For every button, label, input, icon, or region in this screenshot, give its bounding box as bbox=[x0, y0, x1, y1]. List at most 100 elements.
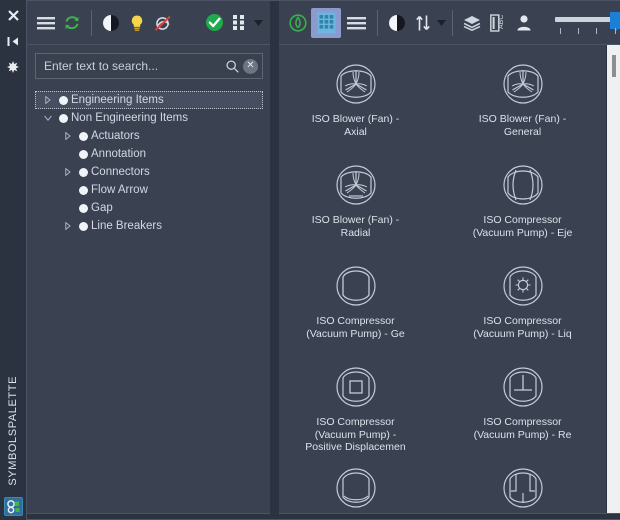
grid-view-icon[interactable] bbox=[311, 7, 341, 38]
tree-item-engineering-items[interactable]: Engineering Items bbox=[35, 91, 263, 109]
zoom-slider-thumb[interactable] bbox=[610, 11, 620, 31]
status-bar bbox=[27, 513, 620, 519]
tree-item-gap[interactable]: Gap bbox=[35, 199, 263, 217]
symbol-palette-window: SYMBOLSPALETTE ABC Enter text to search.… bbox=[0, 0, 620, 520]
symbol-item[interactable] bbox=[297, 455, 415, 513]
tree-item-connectors[interactable]: Connectors bbox=[35, 163, 263, 181]
compressor-positive-displacement-icon bbox=[329, 360, 383, 414]
symbol-label: ISO Compressor (Vacuum Pump) - Liq bbox=[473, 315, 572, 340]
symbol-item[interactable]: ISO Compressor (Vacuum Pump) - Liq bbox=[464, 253, 582, 354]
user-icon[interactable] bbox=[511, 8, 537, 38]
tree-item-annotation[interactable]: Annotation bbox=[35, 145, 263, 163]
float-icon[interactable] bbox=[2, 56, 24, 78]
symbol-item[interactable]: ISO Compressor (Vacuum Pump) - Eje bbox=[464, 152, 582, 253]
tree-item-actuators[interactable]: Actuators bbox=[35, 127, 263, 145]
compressor-liquid-ring-icon bbox=[496, 259, 550, 313]
category-tree-column: ✕ Engineering Items bbox=[27, 45, 271, 513]
chevron-down-icon[interactable] bbox=[41, 109, 55, 127]
symbol-label: ISO Blower (Fan) - Axial bbox=[311, 113, 400, 138]
tree-item-flow-arrow[interactable]: Flow Arrow bbox=[35, 181, 263, 199]
symbol-item[interactable]: ISO Blower (Fan) - General bbox=[464, 51, 582, 152]
search-box[interactable]: ✕ bbox=[35, 53, 263, 79]
zoom-slider-ticks bbox=[555, 27, 620, 35]
grid-scrollbar-thumb[interactable] bbox=[612, 55, 616, 77]
fan-axial-icon bbox=[329, 57, 383, 111]
clear-icon[interactable]: ✕ bbox=[243, 58, 258, 74]
symbol-item[interactable] bbox=[464, 455, 582, 513]
tree-item-label: Connectors bbox=[91, 166, 150, 178]
contrast-icon[interactable] bbox=[384, 8, 410, 38]
search-icon[interactable] bbox=[223, 59, 241, 73]
node-bullet-icon bbox=[75, 217, 91, 235]
collapse-icon[interactable] bbox=[2, 30, 24, 52]
chevron-right-icon[interactable] bbox=[61, 163, 75, 181]
list-view-icon[interactable] bbox=[341, 8, 371, 38]
symbol-item[interactable]: ISO Blower (Fan) - Axial bbox=[297, 51, 415, 152]
panel-splitter[interactable] bbox=[270, 1, 279, 519]
symbol-label: ISO Blower (Fan) - Radial bbox=[311, 214, 400, 239]
chevron-right-icon[interactable] bbox=[61, 217, 75, 235]
node-bullet-icon bbox=[75, 127, 91, 145]
compressor-general-icon bbox=[329, 259, 383, 313]
symbol-item[interactable]: ISO Compressor (Vacuum Pump) - Ge bbox=[297, 253, 415, 354]
symbol-item[interactable]: ISO Compressor (Vacuum Pump) - Re bbox=[464, 354, 582, 455]
toolbar-separator bbox=[377, 9, 378, 36]
lightbulb-icon[interactable] bbox=[124, 8, 150, 38]
svg-text:ABC: ABC bbox=[498, 14, 505, 28]
close-icon[interactable] bbox=[2, 4, 24, 26]
zoom-slider[interactable] bbox=[555, 8, 620, 38]
grid-vertical-scrollbar[interactable] bbox=[606, 45, 620, 513]
symbol-label: ISO Compressor (Vacuum Pump) - Ge bbox=[306, 315, 405, 340]
layers-icon[interactable] bbox=[459, 8, 485, 38]
refresh-icon[interactable] bbox=[59, 8, 85, 38]
grid-toolbar: ABC bbox=[271, 1, 620, 45]
tree-item-label: Actuators bbox=[91, 130, 140, 142]
sort-icon[interactable] bbox=[410, 8, 436, 38]
tree-item-label: Non Engineering Items bbox=[71, 112, 188, 124]
tree-item-non-engineering-items[interactable]: Non Engineering Items bbox=[35, 109, 263, 127]
dock-panel-title-text: SYMBOLSPALETTE bbox=[7, 376, 19, 486]
tree-item-label: Line Breakers bbox=[91, 220, 162, 232]
toolbar-row: ABC bbox=[27, 1, 620, 45]
search-input[interactable] bbox=[44, 59, 223, 73]
tree-item-label: Gap bbox=[91, 202, 113, 214]
symbol-item[interactable]: ISO Blower (Fan) - Radial bbox=[297, 152, 415, 253]
text-label-icon[interactable]: ABC bbox=[485, 8, 511, 38]
shape-circle-icon[interactable] bbox=[285, 8, 311, 38]
compressor-screw-icon bbox=[496, 461, 550, 513]
tree-item-label: Engineering Items bbox=[71, 94, 164, 106]
symbol-grid: ISO Blower (Fan) - Axial ISO Blower (Fan… bbox=[272, 45, 606, 513]
node-bullet-icon bbox=[75, 199, 91, 217]
dock-panel-title: SYMBOLSPALETTE bbox=[0, 376, 26, 486]
tree-item-label: Flow Arrow bbox=[91, 184, 148, 196]
symbol-settings-icon[interactable] bbox=[4, 497, 23, 516]
grid-dots-dropdown-caret-icon[interactable] bbox=[253, 9, 263, 37]
symbol-grid-column: ISO Blower (Fan) - Axial ISO Blower (Fan… bbox=[271, 45, 620, 513]
symbol-label: ISO Blower (Fan) - General bbox=[478, 113, 567, 138]
tree-toolbar bbox=[27, 1, 271, 45]
check-circle-icon[interactable] bbox=[201, 8, 227, 38]
hide-preview-icon[interactable] bbox=[150, 8, 176, 38]
symbol-label: ISO Compressor (Vacuum Pump) - Positive … bbox=[305, 416, 406, 453]
symbol-palette-panel: ABC Enter text to search... ✕ Engineerin… bbox=[26, 0, 620, 520]
symbol-label: ISO Compressor (Vacuum Pump) - Eje bbox=[472, 214, 573, 239]
node-bullet-icon bbox=[75, 145, 91, 163]
node-bullet-icon bbox=[75, 181, 91, 199]
symbol-item[interactable]: ISO Compressor (Vacuum Pump) - Positive … bbox=[297, 354, 415, 455]
sort-dropdown-caret-icon[interactable] bbox=[436, 9, 446, 37]
toolbar-separator bbox=[452, 9, 453, 36]
chevron-right-icon[interactable] bbox=[41, 91, 55, 109]
tree-item-label: Annotation bbox=[91, 148, 146, 160]
menu-icon[interactable] bbox=[33, 8, 59, 38]
grid-dots-icon[interactable] bbox=[227, 8, 253, 38]
compressor-reciprocating-icon bbox=[496, 360, 550, 414]
chevron-right-icon[interactable] bbox=[61, 127, 75, 145]
contrast-icon[interactable] bbox=[98, 8, 124, 38]
toolbar-separator bbox=[91, 9, 92, 36]
tree-item-line-breakers[interactable]: Line Breakers bbox=[35, 217, 263, 235]
fan-general-icon bbox=[496, 57, 550, 111]
compressor-ejector-icon bbox=[496, 158, 550, 212]
